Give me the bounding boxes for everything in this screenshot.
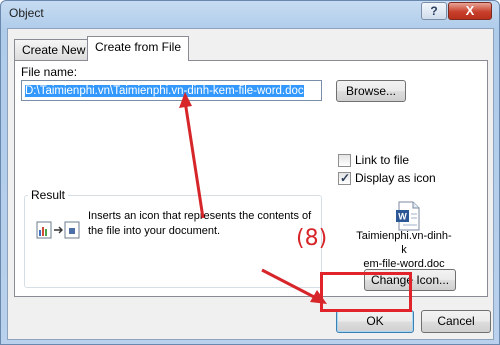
cancel-button[interactable]: Cancel [421,310,491,333]
result-title: Result [28,188,69,202]
icon-caption-line-1: Taimienphi.vn-dinh-k [356,230,452,256]
link-to-file-checkbox[interactable] [338,154,351,167]
file-name-label: File name: [21,65,78,79]
ok-button[interactable]: OK [336,310,414,333]
tab-create-from-file-label: Create from File [95,40,182,54]
link-to-file-label: Link to file [355,153,410,167]
dialog-body: Create New Create from File File name: D… [7,28,494,340]
display-as-icon-checkbox[interactable] [338,171,351,185]
icon-caption: Taimienphi.vn-dinh-k em-file-word.doc [354,229,454,271]
tab-create-new-label: Create New [22,43,86,57]
tab-create-from-file[interactable]: Create from File [87,36,190,61]
close-button[interactable]: X [448,2,492,20]
file-name-input[interactable]: D:\Taimienphi.vn\Taimienphi.vn-dinh-kem-… [21,80,322,101]
tab-create-new[interactable]: Create New [14,39,94,60]
display-as-icon-label: Display as icon [355,171,436,185]
file-name-value: D:\Taimienphi.vn\Taimienphi.vn-dinh-kem-… [25,85,304,97]
result-description: Inserts an icon that represents the cont… [88,210,312,237]
svg-text:W: W [398,212,407,222]
ok-highlight-box [320,272,412,312]
title-bar: Object ? X [1,1,499,27]
insert-icon-result-icon [36,221,80,239]
browse-button[interactable]: Browse... [336,80,406,102]
dialog-title: Object [9,6,44,20]
help-button[interactable]: ? [421,2,447,20]
object-dialog: Object ? X Create New Create from File F… [0,0,500,345]
step-number-label: (8) [296,226,328,251]
word-document-icon: W [396,201,420,231]
